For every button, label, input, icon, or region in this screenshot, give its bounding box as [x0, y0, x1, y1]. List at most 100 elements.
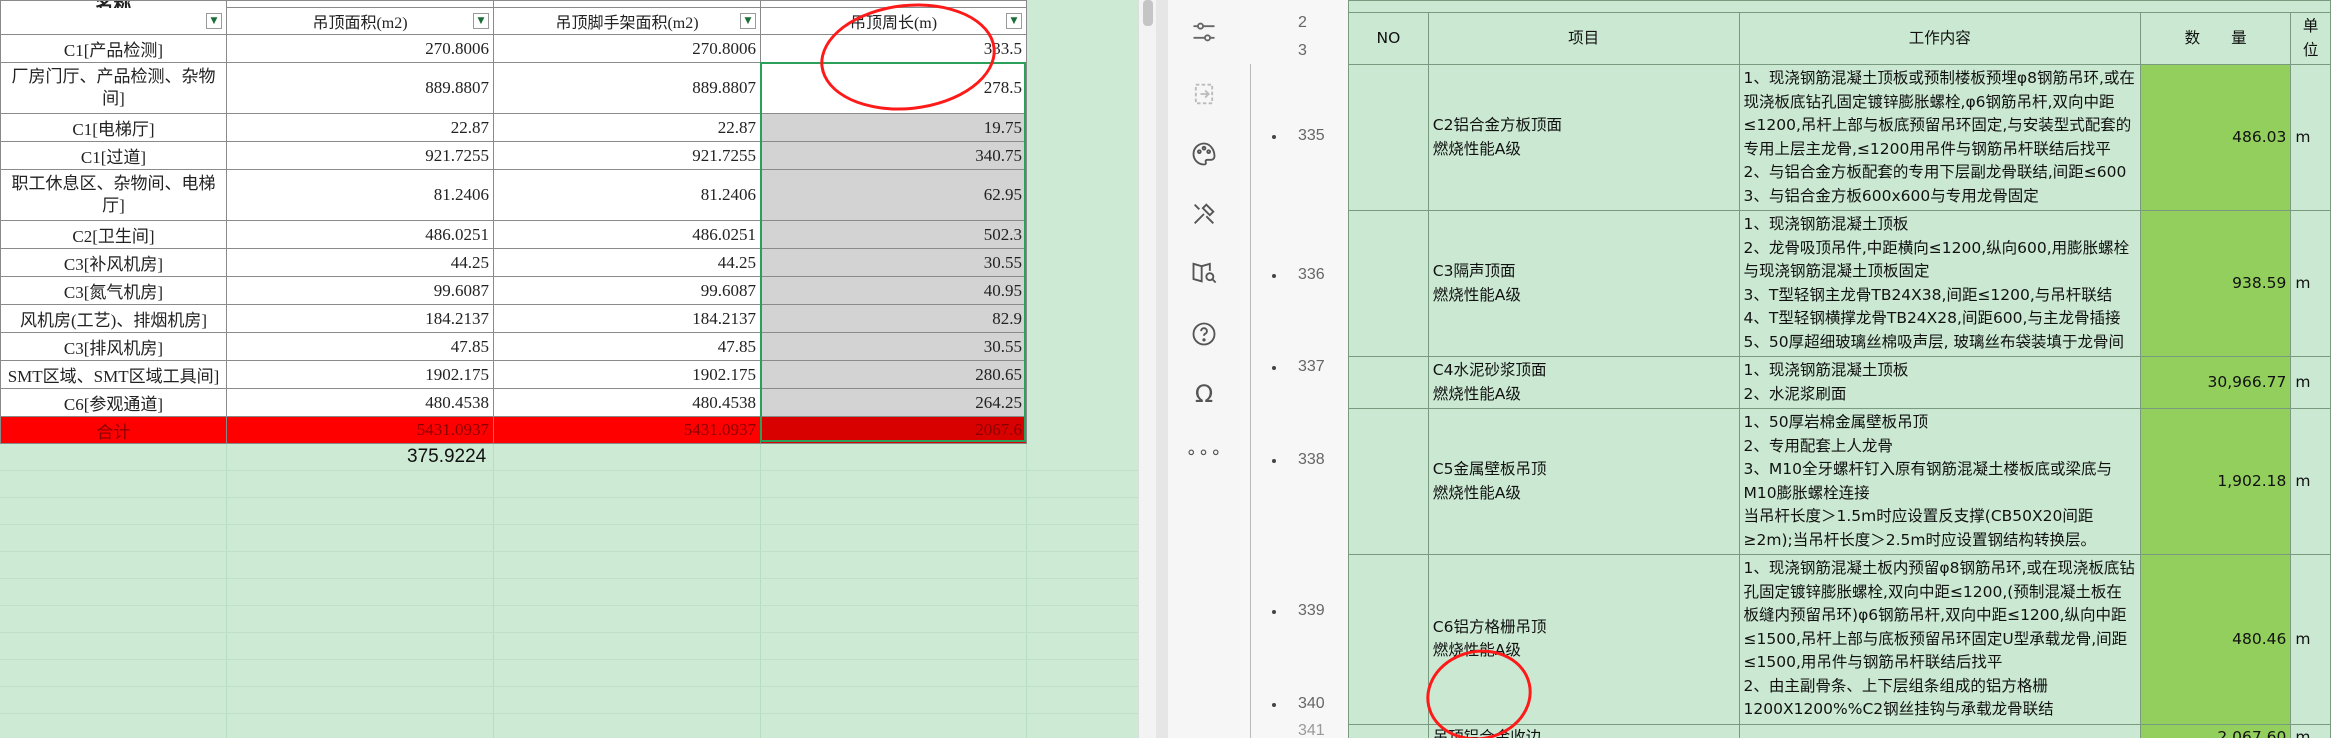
item-cell[interactable]: C2铝合金方板顶面 燃烧性能A级 [1427, 64, 1740, 211]
no-cell[interactable] [1348, 356, 1429, 409]
item-cell[interactable]: C6铝方格栅吊顶 燃烧性能A级 [1427, 554, 1740, 725]
filter-dropdown-icon[interactable]: ▼ [740, 13, 756, 29]
name-cell[interactable]: 风机房(工艺)、排烟机房] [0, 304, 227, 333]
name-cell[interactable]: C1[过道] [0, 141, 227, 170]
name-cell[interactable]: C1[产品检测] [0, 34, 227, 63]
scaffold-cell[interactable]: 270.8006 [493, 34, 761, 63]
help-icon[interactable] [1188, 318, 1220, 350]
scaffold-cell[interactable]: 47.85 [493, 332, 761, 361]
name-header-cell-lower[interactable]: ▼ [0, 7, 227, 35]
filter-dropdown-icon[interactable]: ▼ [473, 13, 489, 29]
qty-cell[interactable]: 1,902.18 [2139, 408, 2292, 555]
item-cell[interactable]: C5金属壁板吊顶 燃烧性能A级 [1427, 408, 1740, 555]
name-cell[interactable]: C3[补风机房] [0, 248, 227, 277]
blank-cell[interactable] [226, 0, 494, 8]
name-cell[interactable]: C3[排风机房] [0, 332, 227, 361]
row-number[interactable]: 3 [1298, 42, 1348, 60]
qty-cell[interactable]: 938.59 [2139, 210, 2292, 357]
row-number[interactable]: 339 [1298, 602, 1348, 620]
scaffold-cell[interactable]: 81.2406 [493, 169, 761, 221]
perimeter-cell[interactable]: 82.9 [760, 304, 1027, 333]
name-cell[interactable]: 职工休息区、杂物间、电梯厅] [0, 169, 227, 221]
header-work[interactable]: 工作内容 [1738, 12, 2141, 65]
perimeter-cell[interactable]: 502.3 [760, 220, 1027, 249]
palette-icon[interactable] [1188, 138, 1220, 170]
blank-cell[interactable] [493, 0, 761, 8]
no-cell[interactable] [1348, 210, 1429, 357]
area-cell[interactable]: 44.25 [226, 248, 494, 277]
below-total-value[interactable]: 375.9224 [407, 446, 486, 468]
no-cell[interactable] [1348, 723, 1429, 738]
scrollbar-thumb[interactable] [1143, 0, 1153, 26]
perimeter-cell[interactable]: 280.65 [760, 360, 1027, 389]
perimeter-cell[interactable]: 264.25 [760, 388, 1027, 417]
scaffold-cell[interactable]: 22.87 [493, 113, 761, 142]
row-number[interactable]: 2 [1298, 14, 1348, 32]
scaffold-cell[interactable]: 480.4538 [493, 388, 761, 417]
perimeter-cell[interactable]: 19.75 [760, 113, 1027, 142]
perimeter-cell[interactable]: 278.5 [760, 62, 1027, 114]
unit-cell[interactable]: m [2290, 723, 2331, 738]
area-cell[interactable]: 480.4538 [226, 388, 494, 417]
row-number[interactable]: 335 [1298, 127, 1348, 145]
area-cell[interactable]: 81.2406 [226, 169, 494, 221]
work-cell[interactable]: 1、现浇钢筋混凝土板内预留φ8钢筋吊环,或在现浇板底钻孔固定镀锌膨胀螺栓,双向中… [1738, 554, 2141, 725]
row-number[interactable]: 340 [1298, 695, 1348, 713]
row-number[interactable]: 341 [1298, 722, 1348, 738]
unit-cell[interactable]: m [2290, 210, 2331, 357]
row-number[interactable]: 336 [1298, 266, 1348, 284]
perimeter-cell[interactable]: 62.95 [760, 169, 1027, 221]
header-scaffold[interactable]: 吊顶脚手架面积(m2) ▼ [493, 7, 761, 35]
name-cell[interactable]: C1[电梯厅] [0, 113, 227, 142]
work-cell[interactable]: 1、现浇钢筋混凝土顶板 2、龙骨吸顶吊件,中距横向≤1200,纵向600,用膨胀… [1738, 210, 2141, 357]
qty-cell[interactable]: 486.03 [2139, 64, 2292, 211]
name-header-cell[interactable]: 名称 [0, 0, 227, 8]
perimeter-cell[interactable]: 40.95 [760, 276, 1027, 305]
scaffold-cell[interactable]: 889.8807 [493, 62, 761, 114]
area-cell[interactable]: 1902.175 [226, 360, 494, 389]
work-cell[interactable]: 1、现浇钢筋混凝土顶板 2、水泥浆刷面 [1738, 356, 2141, 409]
row-number[interactable]: 338 [1298, 451, 1348, 469]
unit-cell[interactable]: m [2290, 408, 2331, 555]
qty-cell[interactable]: 2,067.60 [2139, 723, 2292, 738]
header-area[interactable]: 吊顶面积(m2) ▼ [226, 7, 494, 35]
work-cell[interactable]: 1、50厚岩棉金属壁板吊顶 2、专用配套上人龙骨 3、M10全牙螺杆钉入原有钢筋… [1738, 408, 2141, 555]
area-cell[interactable]: 889.8807 [226, 62, 494, 114]
name-cell[interactable]: SMT区域、SMT区域工具间] [0, 360, 227, 389]
no-cell[interactable] [1348, 408, 1429, 555]
item-cell[interactable]: 吊顶铝合金收边 [1427, 723, 1740, 738]
unit-cell[interactable]: m [2290, 64, 2331, 211]
sliders-icon[interactable] [1188, 16, 1220, 48]
unit-cell[interactable]: m [2290, 554, 2331, 725]
header-perimeter[interactable]: 吊顶周长(m) ▼ [760, 7, 1027, 35]
total-label[interactable]: 合计 [0, 416, 227, 444]
no-cell[interactable] [1348, 554, 1429, 725]
blank-cell[interactable] [760, 0, 1027, 8]
work-cell[interactable] [1738, 723, 2141, 738]
top-partial-row[interactable] [1348, 0, 2331, 13]
area-cell[interactable]: 270.8006 [226, 34, 494, 63]
more-icon[interactable]: ∘∘∘ [1186, 436, 1222, 468]
header-no[interactable]: NO [1348, 12, 1429, 65]
vertical-scrollbar[interactable] [1138, 0, 1157, 738]
omega-icon[interactable]: Ω [1188, 378, 1220, 410]
scaffold-cell[interactable]: 99.6087 [493, 276, 761, 305]
scaffold-cell[interactable]: 44.25 [493, 248, 761, 277]
book-search-icon[interactable] [1188, 256, 1220, 288]
perimeter-cell[interactable]: 333.5 [760, 34, 1027, 63]
area-cell[interactable]: 47.85 [226, 332, 494, 361]
area-cell[interactable]: 22.87 [226, 113, 494, 142]
row-number[interactable]: 337 [1298, 358, 1348, 376]
scaffold-cell[interactable]: 184.2137 [493, 304, 761, 333]
name-cell[interactable]: C6[参观通道] [0, 388, 227, 417]
header-item[interactable]: 项目 [1427, 12, 1740, 65]
area-cell[interactable]: 184.2137 [226, 304, 494, 333]
total-area[interactable]: 5431.0937 [226, 416, 494, 444]
area-cell[interactable]: 486.0251 [226, 220, 494, 249]
area-cell[interactable]: 99.6087 [226, 276, 494, 305]
filter-dropdown-icon[interactable]: ▼ [206, 12, 222, 29]
item-cell[interactable]: C3隔声顶面 燃烧性能A级 [1427, 210, 1740, 357]
perimeter-cell[interactable]: 340.75 [760, 141, 1027, 170]
qty-cell[interactable]: 30,966.77 [2139, 356, 2292, 409]
unit-cell[interactable]: m [2290, 356, 2331, 409]
